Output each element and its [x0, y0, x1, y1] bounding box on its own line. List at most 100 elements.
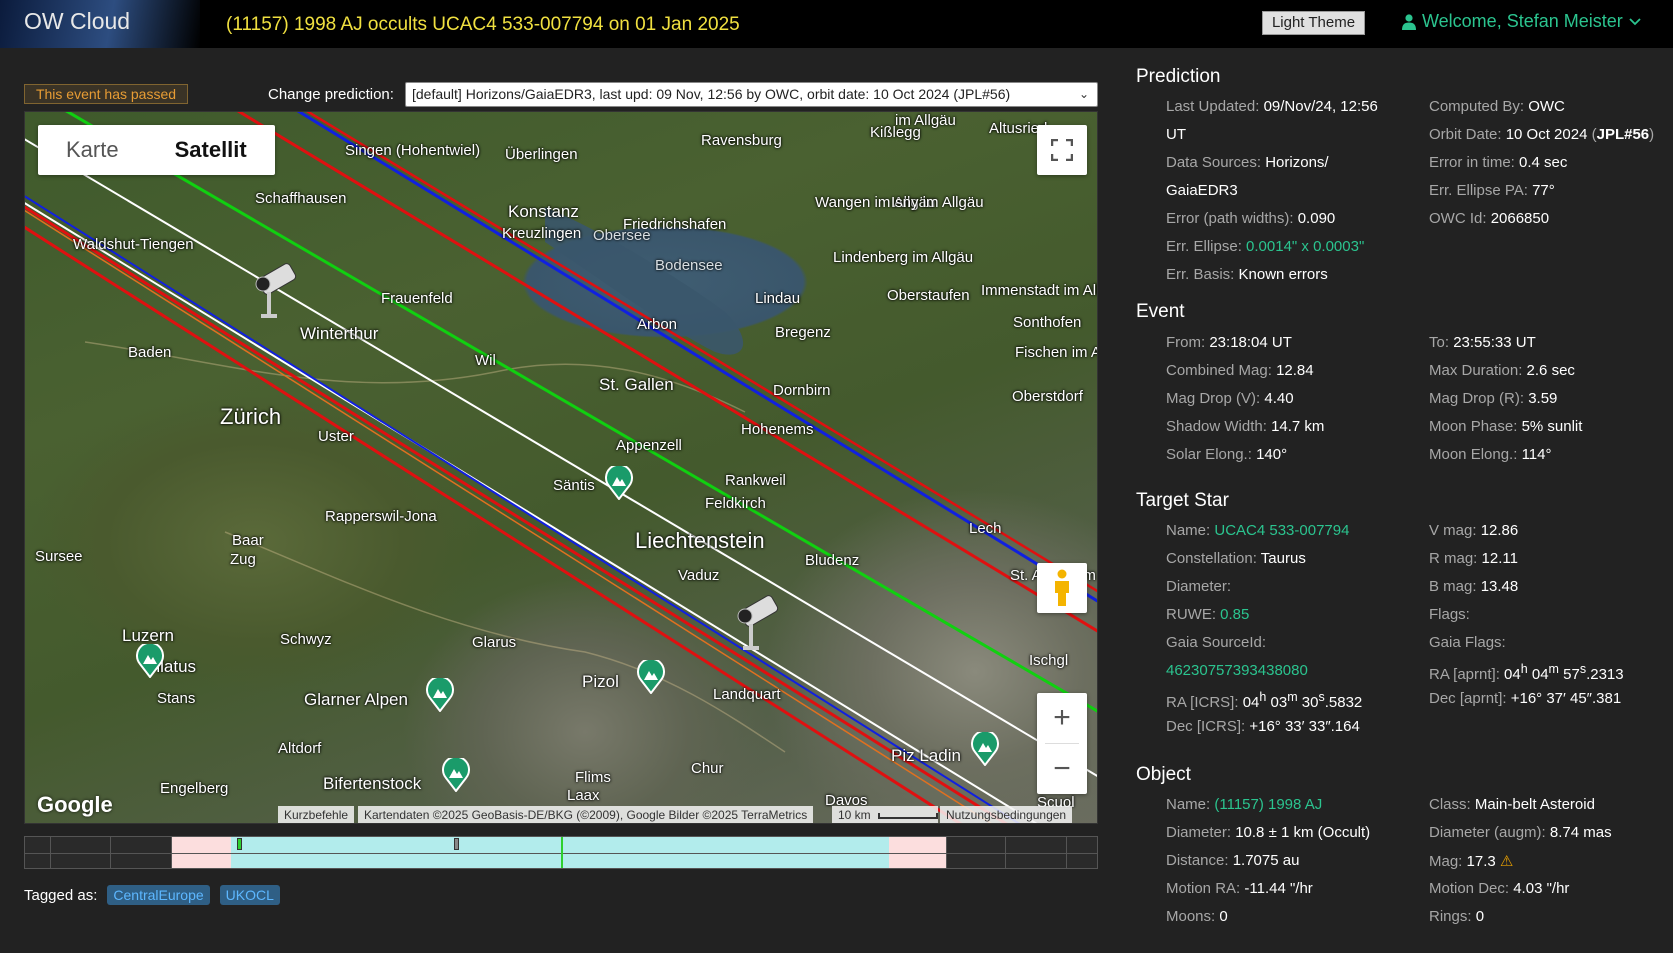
orbit-date: Orbit Date: 10 Oct 2024 (JPL#56) [1429, 126, 1655, 143]
map-type-karte-button[interactable]: Karte [38, 125, 147, 175]
event-timeline[interactable] [24, 836, 1098, 869]
star-name-link[interactable]: UCAC4 533-007794 [1214, 522, 1349, 539]
user-menu[interactable]: Welcome, Stefan Meister [1402, 11, 1641, 32]
tags-row: Tagged as: CentralEurope UKOCL [24, 885, 280, 905]
map-scale[interactable]: 10 km [832, 806, 939, 823]
mountain-pin-icon[interactable] [971, 732, 999, 766]
place-label: Appenzell [616, 437, 682, 454]
prediction-select[interactable]: [default] Horizons/GaiaEDR3, last upd: 0… [405, 82, 1098, 107]
mag-drop-v: Mag Drop (V): 4.40 [1166, 390, 1294, 407]
object-diameter: Diameter: 10.8 ± 1 km (Occult) [1166, 824, 1371, 841]
event-heading: Event [1136, 301, 1185, 322]
place-label: Wil [475, 352, 496, 369]
place-label: Oberstdorf [1012, 388, 1083, 405]
place-label: Frauenfeld [381, 290, 453, 307]
chevron-down-icon: ⌄ [1078, 87, 1089, 101]
last-updated-ut: UT [1166, 126, 1186, 143]
timeline-start-handle[interactable] [237, 838, 242, 850]
place-label: Oberstaufen [887, 287, 970, 304]
mag-drop-r: Mag Drop (R): 3.59 [1429, 390, 1558, 407]
dec-icrs: Dec [ICRS]: +16° 33′ 33″.164 [1166, 718, 1360, 735]
fullscreen-button[interactable] [1037, 125, 1087, 175]
place-label: Zürich [220, 404, 282, 429]
zoom-control: + − [1037, 693, 1087, 794]
object-diameter-augm: Diameter (augm): 8.74 mas [1429, 824, 1612, 841]
place-label: Ravensburg [701, 132, 782, 149]
star-constellation: Constellation: Taurus [1166, 550, 1306, 567]
map-type-satellit-button[interactable]: Satellit [147, 125, 275, 175]
place-label: Feldkirch [705, 495, 766, 512]
place-label: Waldshut-Tiengen [73, 236, 194, 253]
combined-mag: Combined Mag: 12.84 [1166, 362, 1314, 379]
map-data-attribution[interactable]: Kartendaten ©2025 GeoBasis-DE/BKG (©2009… [358, 806, 814, 823]
timeline-tick [171, 837, 172, 868]
star-flags: Flags: [1429, 606, 1470, 623]
event-title: (11157) 1998 AJ occults UCAC4 533-007794… [226, 14, 740, 35]
timeline-tick [50, 837, 51, 868]
tag-ukocl[interactable]: UKOCL [219, 885, 280, 905]
place-label: Dornbirn [773, 382, 831, 399]
place-label: Baar [232, 532, 264, 549]
place-label: Hohenems [741, 421, 814, 438]
brand-banner[interactable]: OW Cloud [0, 0, 200, 48]
star-diameter: Diameter: [1166, 578, 1232, 595]
change-prediction-label: Change prediction: [268, 86, 394, 103]
gaia-source-link[interactable]: 46230757393438080 [1166, 662, 1308, 679]
timeline-tick [1005, 837, 1006, 868]
place-label: Singen (Hohentwiel) [345, 142, 481, 159]
place-label: Fischen im Allgäu [1015, 344, 1097, 361]
light-theme-button[interactable]: Light Theme [1262, 11, 1365, 35]
welcome-text: Welcome, Stefan Meister [1422, 11, 1623, 31]
place-label: Engelberg [160, 780, 229, 797]
place-label: Konstanz [508, 202, 579, 221]
google-logo[interactable]: Google [37, 792, 113, 818]
gaia-source-id: 46230757393438080 [1166, 662, 1308, 679]
place-label: Luzern [122, 626, 174, 645]
warning-icon[interactable]: ⚠ [1500, 853, 1513, 870]
street-view-pegman-button[interactable] [1037, 563, 1087, 613]
ra-aprnt: RA [aprnt]: 04h 04m 57s.2313 [1429, 662, 1624, 683]
object-moons: Moons: 0 [1166, 908, 1228, 925]
timeline-central-marker [561, 837, 563, 868]
star-rmag: R mag: 12.11 [1429, 550, 1518, 567]
chevron-down-icon [1629, 17, 1641, 25]
ruwe-link[interactable]: 0.85 [1220, 606, 1249, 623]
error-path-widths: Error (path widths): 0.090 [1166, 210, 1336, 227]
map-scale-label: 10 km [838, 808, 871, 822]
ra-icrs: RA [ICRS]: 04h 03m 30s.5832 [1166, 690, 1363, 711]
event-passed-badge: This event has passed [24, 84, 188, 104]
place-label: Bodensee [655, 257, 723, 274]
mountain-pin-icon[interactable] [136, 644, 164, 678]
gaia-flags: Gaia Flags: [1429, 634, 1506, 651]
err-ellipse-pa: Err. Ellipse PA: 77° [1429, 182, 1555, 199]
timeline-cursor-handle[interactable] [454, 838, 459, 850]
mountain-pin-icon[interactable] [605, 466, 633, 500]
mountain-pin-icon[interactable] [426, 678, 454, 712]
fullscreen-icon [1051, 139, 1073, 161]
dec-aprnt: Dec [aprnt]: +16° 37′ 45″.381 [1429, 690, 1622, 707]
place-label: Rapperswil-Jona [325, 508, 437, 525]
place-label: Uster [318, 428, 354, 445]
place-label: Arbon [637, 316, 678, 333]
data-sources: Data Sources: Horizons/ [1166, 154, 1329, 171]
place-label: Sonthofen [1013, 314, 1082, 331]
brand-logo-text[interactable]: OW Cloud [24, 8, 130, 35]
keyboard-shortcuts-link[interactable]: Kurzbefehle [278, 806, 355, 823]
terms-of-use-link[interactable]: Nutzungsbedingungen [940, 806, 1073, 823]
place-label: Immenstadt im Allgäu [981, 282, 1098, 299]
mountain-pin-icon[interactable] [637, 660, 665, 694]
prediction-heading: Prediction [1136, 66, 1221, 87]
err-ellipse-link[interactable]: 0.0014" x 0.0003" [1246, 238, 1364, 255]
telescope-marker-icon[interactable] [729, 592, 789, 656]
tag-centraleurope[interactable]: CentralEurope [107, 885, 210, 905]
place-label: Bifertenstock [323, 774, 422, 793]
zoom-in-button[interactable]: + [1037, 693, 1087, 743]
telescope-marker-icon[interactable] [247, 260, 307, 324]
satellite-map[interactable]: Konstanz Kreuzlingen Singen (Hohentwiel)… [24, 111, 1098, 824]
object-name-link[interactable]: (11157) 1998 AJ [1214, 796, 1322, 813]
zoom-out-button[interactable]: − [1037, 744, 1087, 794]
mountain-pin-icon[interactable] [442, 758, 470, 792]
top-bar: OW Cloud (11157) 1998 AJ occults UCAC4 5… [0, 0, 1673, 48]
timeline-tick [110, 837, 111, 868]
star-name: Name: UCAC4 533-007794 [1166, 522, 1350, 539]
